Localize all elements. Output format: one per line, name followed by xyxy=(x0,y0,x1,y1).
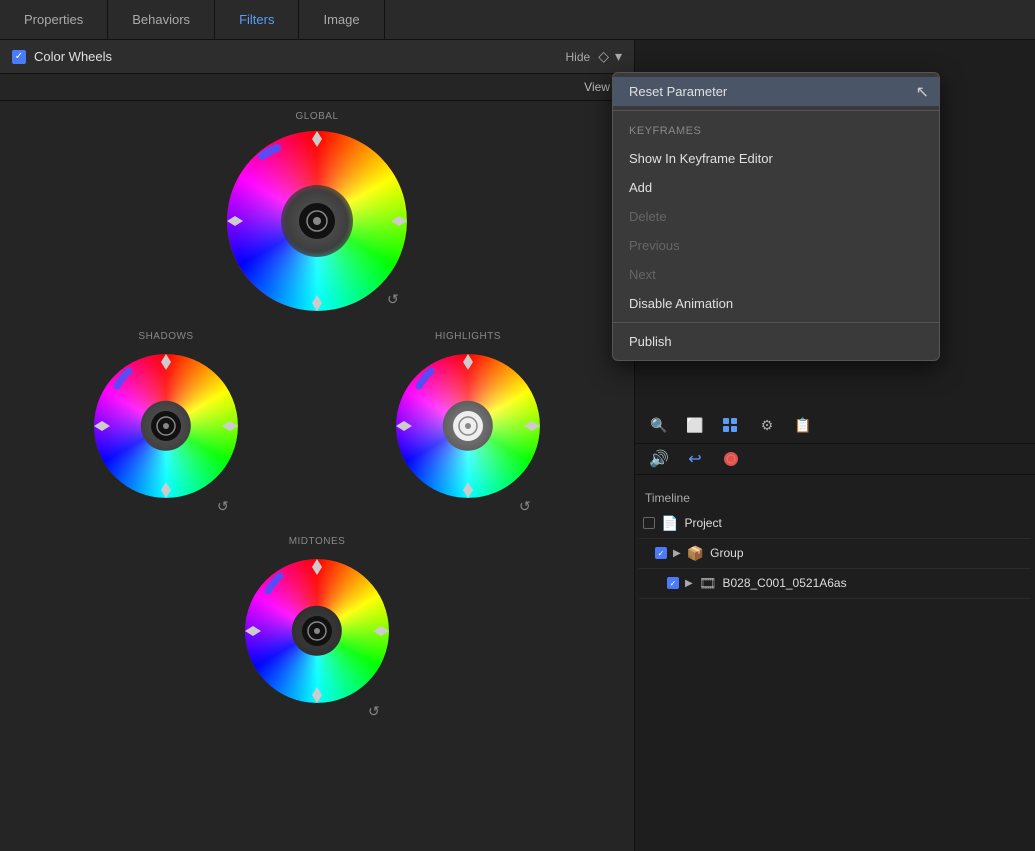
view-row: View ▾ xyxy=(0,74,634,101)
timeline-label: Timeline xyxy=(635,483,1035,509)
timeline-area: Timeline 📄 Project ▶ 📦 Group xyxy=(635,483,1035,851)
menu-item-delete: Delete xyxy=(613,202,939,231)
menu-item-disable-animation[interactable]: Disable Animation xyxy=(613,289,939,318)
tab-properties[interactable]: Properties xyxy=(0,0,108,39)
project-name: Project xyxy=(684,516,721,530)
record-icon[interactable] xyxy=(717,448,745,470)
expand-icon[interactable]: ▾ xyxy=(615,48,622,65)
panel-toolbar: 🔍 ⬜ ⚙ 📋 xyxy=(635,409,1035,444)
highlights-label: HIGHLIGHTS xyxy=(435,331,501,342)
global-wheel-item: GLOBAL xyxy=(222,111,412,321)
shadows-color-wheel[interactable]: ↺ xyxy=(89,346,244,521)
global-wheel-wrapper: ↺ xyxy=(222,126,412,321)
global-color-wheel[interactable]: ↺ xyxy=(222,126,412,316)
timeline-row-group[interactable]: ▶ 📦 Group xyxy=(639,539,1031,569)
menu-divider-1 xyxy=(613,110,939,111)
midtones-wheel-wrapper: ↺ xyxy=(240,551,395,731)
shadows-wheel-wrapper: ↺ xyxy=(89,346,244,526)
clip-icon: 🎞 xyxy=(699,575,717,592)
audio-icon[interactable]: 🔊 xyxy=(645,448,673,470)
search-toolbar-icon[interactable]: 🔍 xyxy=(645,415,673,437)
global-reset-icon: ↺ xyxy=(387,291,399,307)
grid-toolbar-icon[interactable] xyxy=(717,415,745,437)
highlights-wheel-item: HIGHLIGHTS xyxy=(391,331,546,526)
record-icon-svg xyxy=(722,450,740,468)
midtones-label: MIDTONES xyxy=(289,536,346,547)
group-checkbox[interactable] xyxy=(655,547,667,559)
view-toolbar-icon[interactable]: ⬜ xyxy=(681,415,709,437)
color-wheels-checkbox[interactable] xyxy=(12,50,26,64)
color-wheels-grid: GLOBAL xyxy=(0,101,634,741)
tab-behaviors[interactable]: Behaviors xyxy=(108,0,215,39)
clip-name: B028_C001_0521A6as xyxy=(722,576,846,590)
dropdown-menu: Reset Parameter ↖ KEYFRAMES Show In Keyf… xyxy=(612,72,940,361)
settings-toolbar-icon[interactable]: ⚙ xyxy=(753,415,781,437)
keyframe-icon[interactable]: ◇ xyxy=(598,48,609,65)
media-controls: 🔊 ↩ xyxy=(635,444,1035,475)
hide-button[interactable]: Hide xyxy=(566,50,591,64)
menu-item-next: Next xyxy=(613,260,939,289)
project-checkbox[interactable] xyxy=(643,517,655,529)
group-expand-arrow[interactable]: ▶ xyxy=(673,548,681,559)
cursor-icon: ↖ xyxy=(916,82,929,102)
svg-text:↺: ↺ xyxy=(519,498,531,514)
menu-item-add[interactable]: Add xyxy=(613,173,939,202)
grid-icon-svg xyxy=(722,417,740,435)
midtones-wheel-item: MIDTONES xyxy=(240,536,395,731)
color-wheels-header: Color Wheels Hide ◇ ▾ xyxy=(0,40,634,74)
shadows-wheel-item: SHADOWS xyxy=(89,331,244,526)
loop-icon[interactable]: ↩ xyxy=(681,448,709,470)
menu-item-previous: Previous xyxy=(613,231,939,260)
svg-text:↺: ↺ xyxy=(217,498,229,514)
menu-item-publish[interactable]: Publish xyxy=(613,327,939,356)
layers-toolbar-icon[interactable]: 📋 xyxy=(789,415,817,437)
svg-text:↺: ↺ xyxy=(368,703,380,719)
top-tabs: Properties Behaviors Filters Image xyxy=(0,0,1035,40)
clip-checkbox[interactable] xyxy=(667,577,679,589)
shadows-label: SHADOWS xyxy=(138,331,193,342)
clip-expand-arrow[interactable]: ▶ xyxy=(685,578,693,589)
menu-item-show-keyframe-editor[interactable]: Show In Keyframe Editor xyxy=(613,144,939,173)
highlights-wheel-wrapper: ↺ xyxy=(391,346,546,526)
menu-section-keyframes: KEYFRAMES xyxy=(613,115,939,144)
global-label: GLOBAL xyxy=(295,111,338,122)
timeline-items: 📄 Project ▶ 📦 Group ▶ 🎞 B028_C001_0521A6… xyxy=(635,509,1035,599)
group-name: Group xyxy=(710,546,743,560)
timeline-row-project[interactable]: 📄 Project xyxy=(639,509,1031,539)
menu-item-reset-parameter[interactable]: Reset Parameter ↖ xyxy=(613,77,939,106)
project-icon: 📄 xyxy=(661,515,678,532)
left-panel: Color Wheels Hide ◇ ▾ View ▾ GLOBAL xyxy=(0,40,635,851)
timeline-row-clip[interactable]: ▶ 🎞 B028_C001_0521A6as xyxy=(639,569,1031,599)
group-icon: 📦 xyxy=(687,545,704,562)
highlights-color-wheel[interactable]: ↺ xyxy=(391,346,546,521)
tab-image[interactable]: Image xyxy=(299,0,384,39)
color-wheels-title: Color Wheels xyxy=(34,49,558,64)
color-wheels-icons: ◇ ▾ xyxy=(598,48,622,65)
menu-divider-2 xyxy=(613,322,939,323)
midtones-color-wheel[interactable]: ↺ xyxy=(240,551,395,726)
tab-filters[interactable]: Filters xyxy=(215,0,299,39)
